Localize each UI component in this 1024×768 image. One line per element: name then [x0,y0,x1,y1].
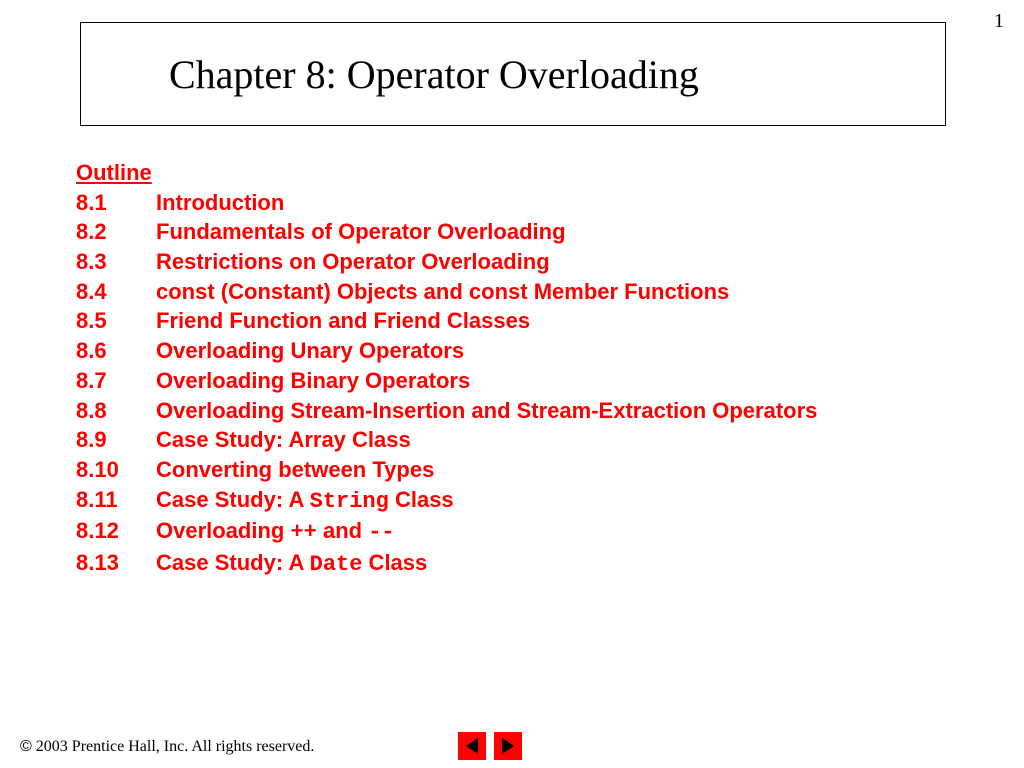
outline-item: 8.6Overloading Unary Operators [76,336,976,366]
code-text: String [310,489,389,514]
code-text: -- [368,520,394,545]
text: Friend Function and Friend Classes [156,308,530,333]
outline-item: 8.9Case Study: Array Class [76,425,976,455]
outline-item-number: 8.8 [76,396,156,426]
outline-item: 8.11Case Study: A String Class [76,485,976,517]
copyright-text: 2003 Prentice Hall, Inc. All rights rese… [32,738,315,755]
outline-item-number: 8.6 [76,336,156,366]
outline-item-number: 8.3 [76,247,156,277]
outline-item-title: Overloading Binary Operators [156,366,470,396]
next-slide-button[interactable] [494,732,522,760]
outline-item-number: 8.5 [76,306,156,336]
text: Case Study: A [156,487,310,512]
outline-item-number: 8.11 [76,485,156,517]
outline-item-title: Case Study: A Date Class [156,548,427,580]
text: and [317,518,368,543]
text: Class [389,487,454,512]
arrow-left-icon [466,738,478,754]
outline-item: 8.3Restrictions on Operator Overloading [76,247,976,277]
code-text: Date [310,552,363,577]
outline-item: 8.5Friend Function and Friend Classes [76,306,976,336]
outline-item-number: 8.2 [76,217,156,247]
page-number: 1 [994,10,1004,33]
outline-item-number: 8.1 [76,188,156,218]
outline-item-title: Fundamentals of Operator Overloading [156,217,566,247]
outline-item-title: Case Study: Array Class [156,425,411,455]
outline-item-title: Overloading ++ and -- [156,516,395,548]
outline-item-number: 8.4 [76,277,156,307]
text: Overloading Binary Operators [156,368,470,393]
text: Introduction [156,190,284,215]
text: Overloading [156,518,290,543]
outline-item-number: 8.10 [76,455,156,485]
copyright-footer: © 2003 Prentice Hall, Inc. All rights re… [20,738,314,756]
outline-item: 8.13Case Study: A Date Class [76,548,976,580]
chapter-title: Chapter 8: Operator Overloading [169,51,699,98]
code-text: ++ [290,520,316,545]
outline-item-title: const (Constant) Objects and const Membe… [156,277,729,307]
outline-item-title: Overloading Unary Operators [156,336,464,366]
text: Converting between Types [156,457,434,482]
outline-heading: Outline [76,158,976,188]
outline-item: 8.10Converting between Types [76,455,976,485]
outline-item-title: Restrictions on Operator Overloading [156,247,550,277]
outline-item: 8.12Overloading ++ and -- [76,516,976,548]
text: Case Study: A [156,550,310,575]
prev-slide-button[interactable] [458,732,486,760]
text: Overloading Stream-Insertion and Stream-… [156,398,817,423]
title-box: Chapter 8: Operator Overloading [80,22,946,126]
text: Fundamentals of Operator Overloading [156,219,566,244]
outline-item-title: Case Study: A String Class [156,485,454,517]
text: Case Study: Array Class [156,427,411,452]
outline-item-title: Friend Function and Friend Classes [156,306,530,336]
outline-item-title: Introduction [156,188,284,218]
outline-item: 8.2Fundamentals of Operator Overloading [76,217,976,247]
text: const (Constant) Objects and const Membe… [156,279,729,304]
slide-nav [458,732,522,760]
outline-item-number: 8.12 [76,516,156,548]
outline-item: 8.1Introduction [76,188,976,218]
copyright-symbol: © [20,738,32,755]
text: Overloading Unary Operators [156,338,464,363]
outline-item-number: 8.7 [76,366,156,396]
outline-item: 8.7Overloading Binary Operators [76,366,976,396]
outline-item-number: 8.9 [76,425,156,455]
outline-item: 8.8Overloading Stream-Insertion and Stre… [76,396,976,426]
text: Class [362,550,427,575]
outline-item-title: Overloading Stream-Insertion and Stream-… [156,396,817,426]
outline-item-title: Converting between Types [156,455,434,485]
outline-item: 8.4const (Constant) Objects and const Me… [76,277,976,307]
arrow-right-icon [502,738,514,754]
text: Restrictions on Operator Overloading [156,249,550,274]
outline-item-number: 8.13 [76,548,156,580]
outline-section: Outline 8.1Introduction8.2Fundamentals o… [76,158,976,580]
